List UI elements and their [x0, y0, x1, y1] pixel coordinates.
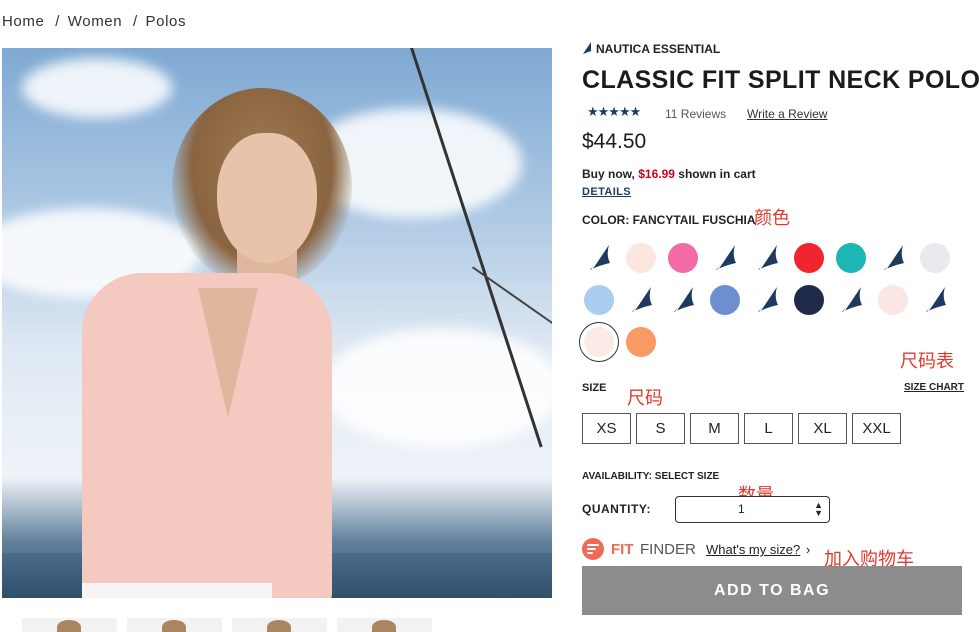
model-pants — [82, 583, 272, 598]
product-thumbnail[interactable] — [127, 618, 222, 632]
color-swatch[interactable] — [794, 243, 824, 273]
color-swatch-sail-icon[interactable] — [878, 243, 908, 273]
size-option-xxl[interactable]: XXL — [852, 413, 901, 444]
color-swatch[interactable] — [878, 285, 908, 315]
promo-price: $16.99 — [638, 167, 675, 181]
cloud — [22, 58, 172, 118]
breadcrumb-home[interactable]: Home — [2, 13, 44, 30]
color-swatch-sail-icon[interactable] — [668, 285, 698, 315]
annotation-size: 尺码 — [627, 388, 663, 409]
polo-split-neck — [198, 288, 258, 418]
quantity-label: QUANTITY: — [582, 502, 651, 516]
product-thumbnail[interactable] — [232, 618, 327, 632]
breadcrumb-separator: / — [55, 13, 60, 30]
review-count[interactable]: 11 Reviews — [665, 107, 726, 121]
color-swatch[interactable] — [584, 285, 614, 315]
color-swatch-sail-icon[interactable] — [710, 243, 740, 273]
color-swatch[interactable] — [668, 243, 698, 273]
product-main-image[interactable] — [2, 48, 552, 598]
whats-my-size-link[interactable]: What's my size? — [706, 542, 800, 557]
color-swatch[interactable] — [626, 327, 656, 357]
color-swatch[interactable] — [710, 285, 740, 315]
quantity-value: 1 — [738, 502, 745, 516]
color-swatch-sail-icon[interactable] — [752, 285, 782, 315]
product-thumbnail[interactable] — [337, 618, 432, 632]
promo-text: Buy now, $16.99 shown in cart — [582, 167, 756, 181]
color-swatch[interactable] — [794, 285, 824, 315]
breadcrumb-polos[interactable]: Polos — [146, 13, 187, 30]
color-swatch-sail-icon[interactable] — [626, 285, 656, 315]
size-option-s[interactable]: S — [636, 413, 685, 444]
color-label: COLOR: FANCYTAIL FUSCHIA — [582, 213, 756, 227]
chevron-right-icon: › — [806, 542, 811, 557]
color-swatch-sail-icon[interactable] — [920, 285, 950, 315]
breadcrumb-separator: / — [132, 13, 138, 30]
boat-rope — [472, 266, 552, 337]
breadcrumb-women[interactable]: Women — [68, 13, 122, 30]
color-swatch-sail-icon[interactable] — [584, 243, 614, 273]
details-link[interactable]: DETAILS — [582, 186, 631, 198]
quantity-select[interactable]: 1 ▲ ▼ — [675, 496, 830, 523]
size-option-l[interactable]: L — [744, 413, 793, 444]
availability-status: AVAILABILITY: SELECT SIZE — [582, 471, 720, 482]
annotation-color: 颜色 — [754, 208, 790, 229]
size-option-xs[interactable]: XS — [582, 413, 631, 444]
brand-name[interactable]: NAUTICA ESSENTIAL — [596, 42, 720, 56]
cloud — [322, 328, 552, 448]
size-chart-link[interactable]: SIZE CHART — [904, 382, 964, 393]
fit-finder-label: FINDER — [640, 541, 696, 558]
color-swatch-sail-icon[interactable] — [836, 285, 866, 315]
size-label: SIZE — [582, 382, 607, 394]
product-title: CLASSIC FIT SPLIT NECK POLO — [582, 66, 979, 94]
rating-stars[interactable]: ★★★★★ — [587, 104, 641, 120]
color-swatch[interactable] — [626, 243, 656, 273]
product-price: $44.50 — [582, 130, 647, 153]
nautica-sail-icon — [583, 42, 591, 54]
model-face — [217, 133, 317, 263]
promo-prefix: Buy now, — [582, 167, 635, 181]
color-swatch-selected[interactable] — [579, 322, 619, 362]
add-to-bag-button[interactable]: ADD TO BAG — [582, 566, 962, 615]
size-option-xl[interactable]: XL — [798, 413, 847, 444]
select-arrows-icon: ▲ ▼ — [814, 500, 823, 518]
write-review-link[interactable]: Write a Review — [747, 107, 827, 121]
color-swatch-sail-icon[interactable] — [752, 243, 782, 273]
fit-finder-icon[interactable] — [582, 538, 604, 560]
color-swatch[interactable] — [920, 243, 950, 273]
fit-finder-fit: FIT — [611, 541, 634, 558]
product-thumbnail[interactable] — [22, 618, 117, 632]
size-option-m[interactable]: M — [690, 413, 739, 444]
color-swatch[interactable] — [836, 243, 866, 273]
annotation-size-chart: 尺码表 — [900, 351, 954, 372]
breadcrumb: Home / Women / Polos — [2, 13, 186, 30]
promo-suffix: shown in cart — [678, 167, 756, 181]
